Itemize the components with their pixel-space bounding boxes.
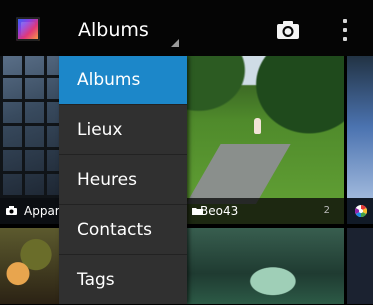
- album-tile[interactable]: [347, 228, 373, 304]
- album-title: Appare: [24, 204, 60, 218]
- album-tile[interactable]: Appare: [0, 56, 60, 224]
- album-thumbnail: [186, 56, 344, 204]
- album-thumbnail: [347, 56, 373, 198]
- menu-item-contacts[interactable]: Contacts: [59, 206, 187, 255]
- spinner-caret-icon[interactable]: [171, 39, 179, 47]
- album-tile[interactable]: [347, 56, 373, 224]
- album-tile[interactable]: Beo43 2: [186, 56, 344, 224]
- camera-icon[interactable]: [276, 20, 300, 40]
- album-count: 2: [323, 205, 330, 216]
- album-caption: Beo43 2: [186, 198, 344, 224]
- album-title: Beo43: [200, 204, 239, 218]
- album-thumbnail: [0, 228, 60, 304]
- picasa-icon: [355, 205, 367, 217]
- child-figure: [254, 118, 261, 134]
- camera-icon: [6, 206, 17, 215]
- menu-item-times[interactable]: Heures: [59, 156, 187, 205]
- walkway: [186, 144, 291, 204]
- action-bar: Albums: [0, 0, 373, 56]
- view-spinner-title[interactable]: Albums: [78, 18, 149, 42]
- album-caption: [347, 198, 373, 224]
- overflow-menu-icon[interactable]: [342, 19, 348, 41]
- menu-item-albums[interactable]: Albums: [59, 56, 187, 105]
- view-dropdown-menu: Albums Lieux Heures Contacts Tags: [59, 56, 187, 304]
- menu-item-tags[interactable]: Tags: [59, 256, 187, 305]
- menu-item-places[interactable]: Lieux: [59, 106, 187, 155]
- gallery-app-icon[interactable]: [16, 17, 40, 41]
- album-thumbnail: [0, 56, 60, 198]
- album-thumbnail: [186, 228, 344, 304]
- album-caption: Appare: [0, 198, 60, 224]
- album-tile[interactable]: [0, 228, 60, 304]
- album-tile[interactable]: [186, 228, 344, 304]
